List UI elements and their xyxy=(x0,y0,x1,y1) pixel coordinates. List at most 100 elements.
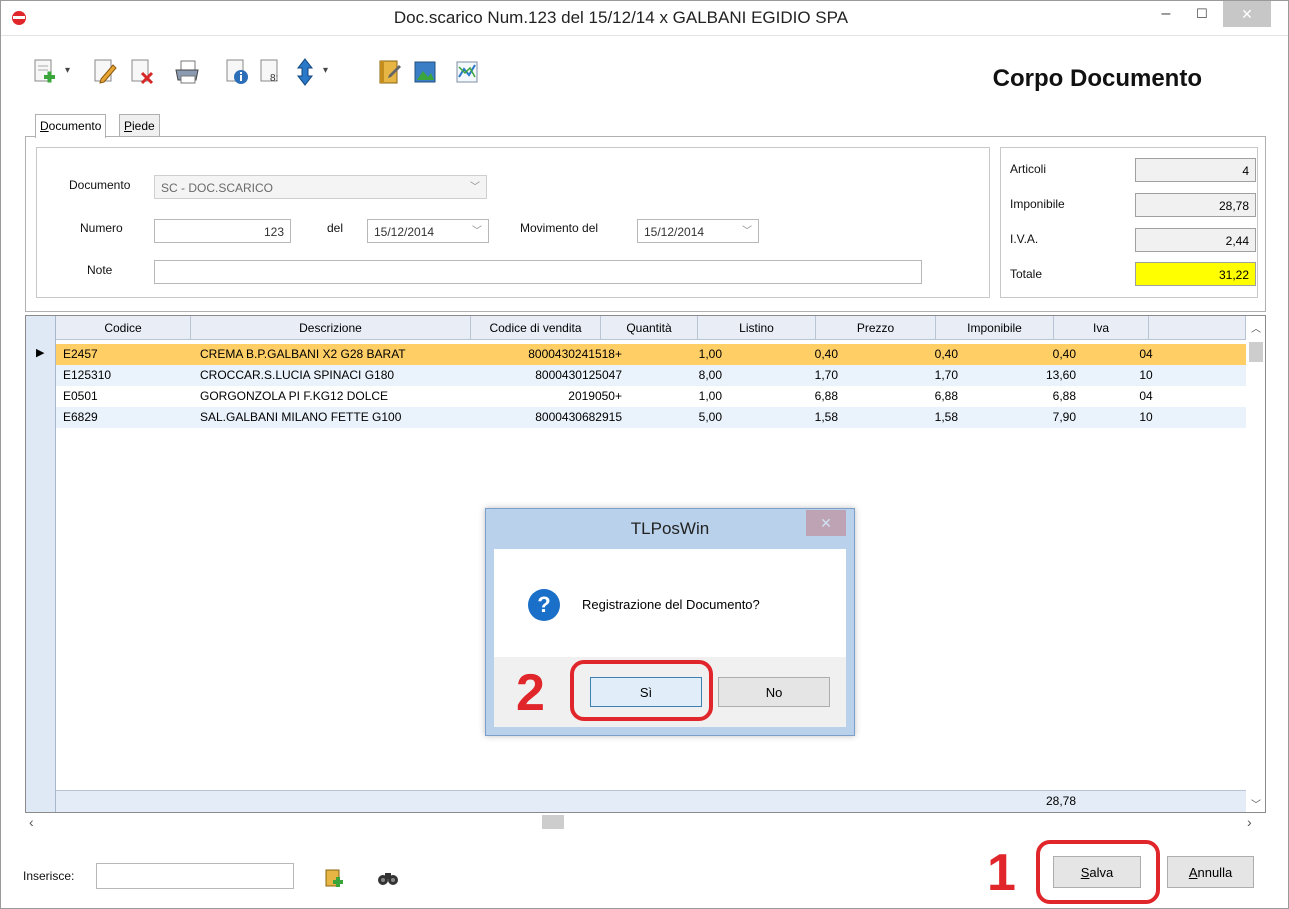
inserisce-label: Inserisce: xyxy=(23,869,75,883)
documento-label: Documento xyxy=(69,178,131,192)
inserisce-input[interactable] xyxy=(96,863,294,889)
documento-select[interactable]: SC - DOC.SCARICO ﹀ xyxy=(154,175,487,199)
note-field[interactable] xyxy=(154,260,922,284)
cell-listino: 1,58 xyxy=(814,410,838,424)
imponibile-label: Imponibile xyxy=(1010,197,1065,211)
add-item-icon[interactable] xyxy=(323,867,345,889)
cell-listino: 6,88 xyxy=(814,389,838,403)
tab-documento-label: ocumento xyxy=(48,119,102,133)
col-header-prezzo[interactable]: Prezzo xyxy=(816,316,936,340)
col-header-descrizione[interactable]: Descrizione xyxy=(191,316,471,340)
step-2-annotation: 2 xyxy=(516,664,545,722)
info-icon[interactable] xyxy=(223,57,251,87)
cell-quantita: 8,00 xyxy=(698,368,722,382)
vertical-scrollbar[interactable]: ︿ ﹀ xyxy=(1247,316,1265,812)
iva-label: I.V.A. xyxy=(1010,232,1039,246)
del-date-picker[interactable]: 15/12/2014 ﹀ xyxy=(367,219,489,243)
tab-documento-hotkey: D xyxy=(40,119,49,133)
annulla-label: nnulla xyxy=(1197,865,1233,880)
cell-imponibile: 0,40 xyxy=(1052,347,1076,361)
row-indicator-column xyxy=(26,316,56,812)
cell-codice-vendita: 2019050+ xyxy=(568,389,622,403)
col-header-iva[interactable]: Iva xyxy=(1054,316,1149,340)
dialog-message: Registrazione del Documento? xyxy=(582,597,760,612)
dialog-title: TLPosWin xyxy=(630,519,710,538)
cell-codice: E0501 xyxy=(63,389,98,403)
window-title: Doc.scarico Num.123 del 15/12/14 x GALBA… xyxy=(393,8,849,27)
numbering-icon[interactable]: 8: xyxy=(257,57,285,87)
del-date-value: 15/12/2014 xyxy=(374,225,435,239)
image-icon[interactable] xyxy=(411,57,439,87)
cell-codice: E2457 xyxy=(63,347,98,361)
totals-group: Articoli 4 Imponibile 28,78 I.V.A. 2,44 … xyxy=(1000,147,1258,298)
dialog-body: ? Registrazione del Documento? xyxy=(494,549,846,657)
cell-prezzo: 1,70 xyxy=(934,368,958,382)
col-header-codice-vendita[interactable]: Codice di vendita xyxy=(471,316,601,340)
chevron-down-icon: ﹀ xyxy=(470,182,480,193)
imponibile-value: 28,78 xyxy=(1135,193,1256,217)
cell-codice-vendita: 8000430682915 xyxy=(535,410,622,424)
vertical-scroll-thumb[interactable] xyxy=(1249,342,1263,362)
del-label: del xyxy=(327,221,344,235)
cell-iva: 10 xyxy=(1139,410,1153,424)
numero-label: Numero xyxy=(80,221,123,235)
step-2-highlight xyxy=(570,660,713,721)
cell-imponibile: 13,60 xyxy=(1045,368,1076,382)
tab-documento[interactable]: Documento xyxy=(35,114,107,138)
add-dropdown-icon[interactable]: ▾ xyxy=(65,65,70,76)
scroll-up-icon[interactable]: ︿ xyxy=(1251,320,1261,335)
no-button[interactable]: No xyxy=(718,677,830,707)
movimento-date-value: 15/12/2014 xyxy=(644,225,705,239)
row-pointer-icon: ▶ xyxy=(36,347,45,359)
col-header-codice[interactable]: Codice xyxy=(56,316,191,340)
notebook-icon[interactable] xyxy=(375,57,403,87)
dialog-close-button[interactable]: ✕ xyxy=(806,510,846,536)
annulla-button[interactable]: Annulla xyxy=(1167,856,1254,888)
col-header-listino[interactable]: Listino xyxy=(698,316,816,340)
iva-value: 2,44 xyxy=(1135,228,1256,252)
tab-piede-label: iede xyxy=(132,119,155,133)
step-1-annotation: 1 xyxy=(987,844,1016,902)
close-button[interactable]: ✕ xyxy=(1223,1,1271,27)
movimento-date-picker[interactable]: 15/12/2014 ﹀ xyxy=(637,219,759,243)
table-row[interactable]: E2457 CREMA B.P.GALBANI X2 G28 BARAT 800… xyxy=(56,344,1246,365)
cell-iva: 04 xyxy=(1139,389,1153,403)
chevron-down-icon: ﹀ xyxy=(742,226,752,237)
cell-codice-vendita: 8000430241518+ xyxy=(528,347,622,361)
sort-icon[interactable] xyxy=(291,57,319,87)
col-header-quantita[interactable]: Quantità xyxy=(601,316,698,340)
horizontal-scrollbar[interactable]: ‹ › xyxy=(25,813,1266,833)
chart-icon[interactable] xyxy=(453,57,481,87)
edit-icon[interactable] xyxy=(91,57,119,87)
cell-quantita: 1,00 xyxy=(698,347,722,361)
binoculars-icon[interactable] xyxy=(377,869,399,887)
tab-piede[interactable]: Piede xyxy=(119,114,160,137)
col-header-imponibile[interactable]: Imponibile xyxy=(936,316,1054,340)
delete-icon[interactable] xyxy=(128,57,156,87)
col-header-empty xyxy=(1149,316,1246,340)
scroll-right-icon[interactable]: › xyxy=(1247,814,1252,830)
cell-quantita: 5,00 xyxy=(698,410,722,424)
scroll-down-icon[interactable]: ﹀ xyxy=(1251,796,1261,811)
grid-totals-row: 28,78 xyxy=(56,790,1246,812)
scroll-left-icon[interactable]: ‹ xyxy=(29,814,34,830)
sort-dropdown-icon[interactable]: ▾ xyxy=(323,65,328,76)
cell-codice: E6829 xyxy=(63,410,98,424)
table-row[interactable]: E125310 CROCCAR.S.LUCIA SPINACI G180 800… xyxy=(56,365,1246,386)
cell-listino: 0,40 xyxy=(814,347,838,361)
cell-prezzo: 1,58 xyxy=(934,410,958,424)
document-header-group: Documento SC - DOC.SCARICO ﹀ Numero 123 … xyxy=(36,147,990,298)
horizontal-scroll-thumb[interactable] xyxy=(542,815,564,829)
documento-value: SC - DOC.SCARICO xyxy=(161,181,274,195)
movimento-label: Movimento del xyxy=(520,221,599,235)
numero-field[interactable]: 123 xyxy=(154,219,291,243)
print-icon[interactable] xyxy=(173,57,201,87)
add-icon[interactable] xyxy=(31,57,59,87)
cell-codice: E125310 xyxy=(63,368,112,382)
maximize-button[interactable]: ☐ xyxy=(1187,1,1217,27)
table-row[interactable]: E0501 GORGONZOLA PI F.KG12 DOLCE 2019050… xyxy=(56,386,1246,407)
minimize-button[interactable]: – xyxy=(1151,1,1181,27)
table-row[interactable]: E6829 SAL.GALBANI MILANO FETTE G100 8000… xyxy=(56,407,1246,428)
cell-quantita: 1,00 xyxy=(698,389,722,403)
cell-imponibile: 7,90 xyxy=(1052,410,1076,424)
